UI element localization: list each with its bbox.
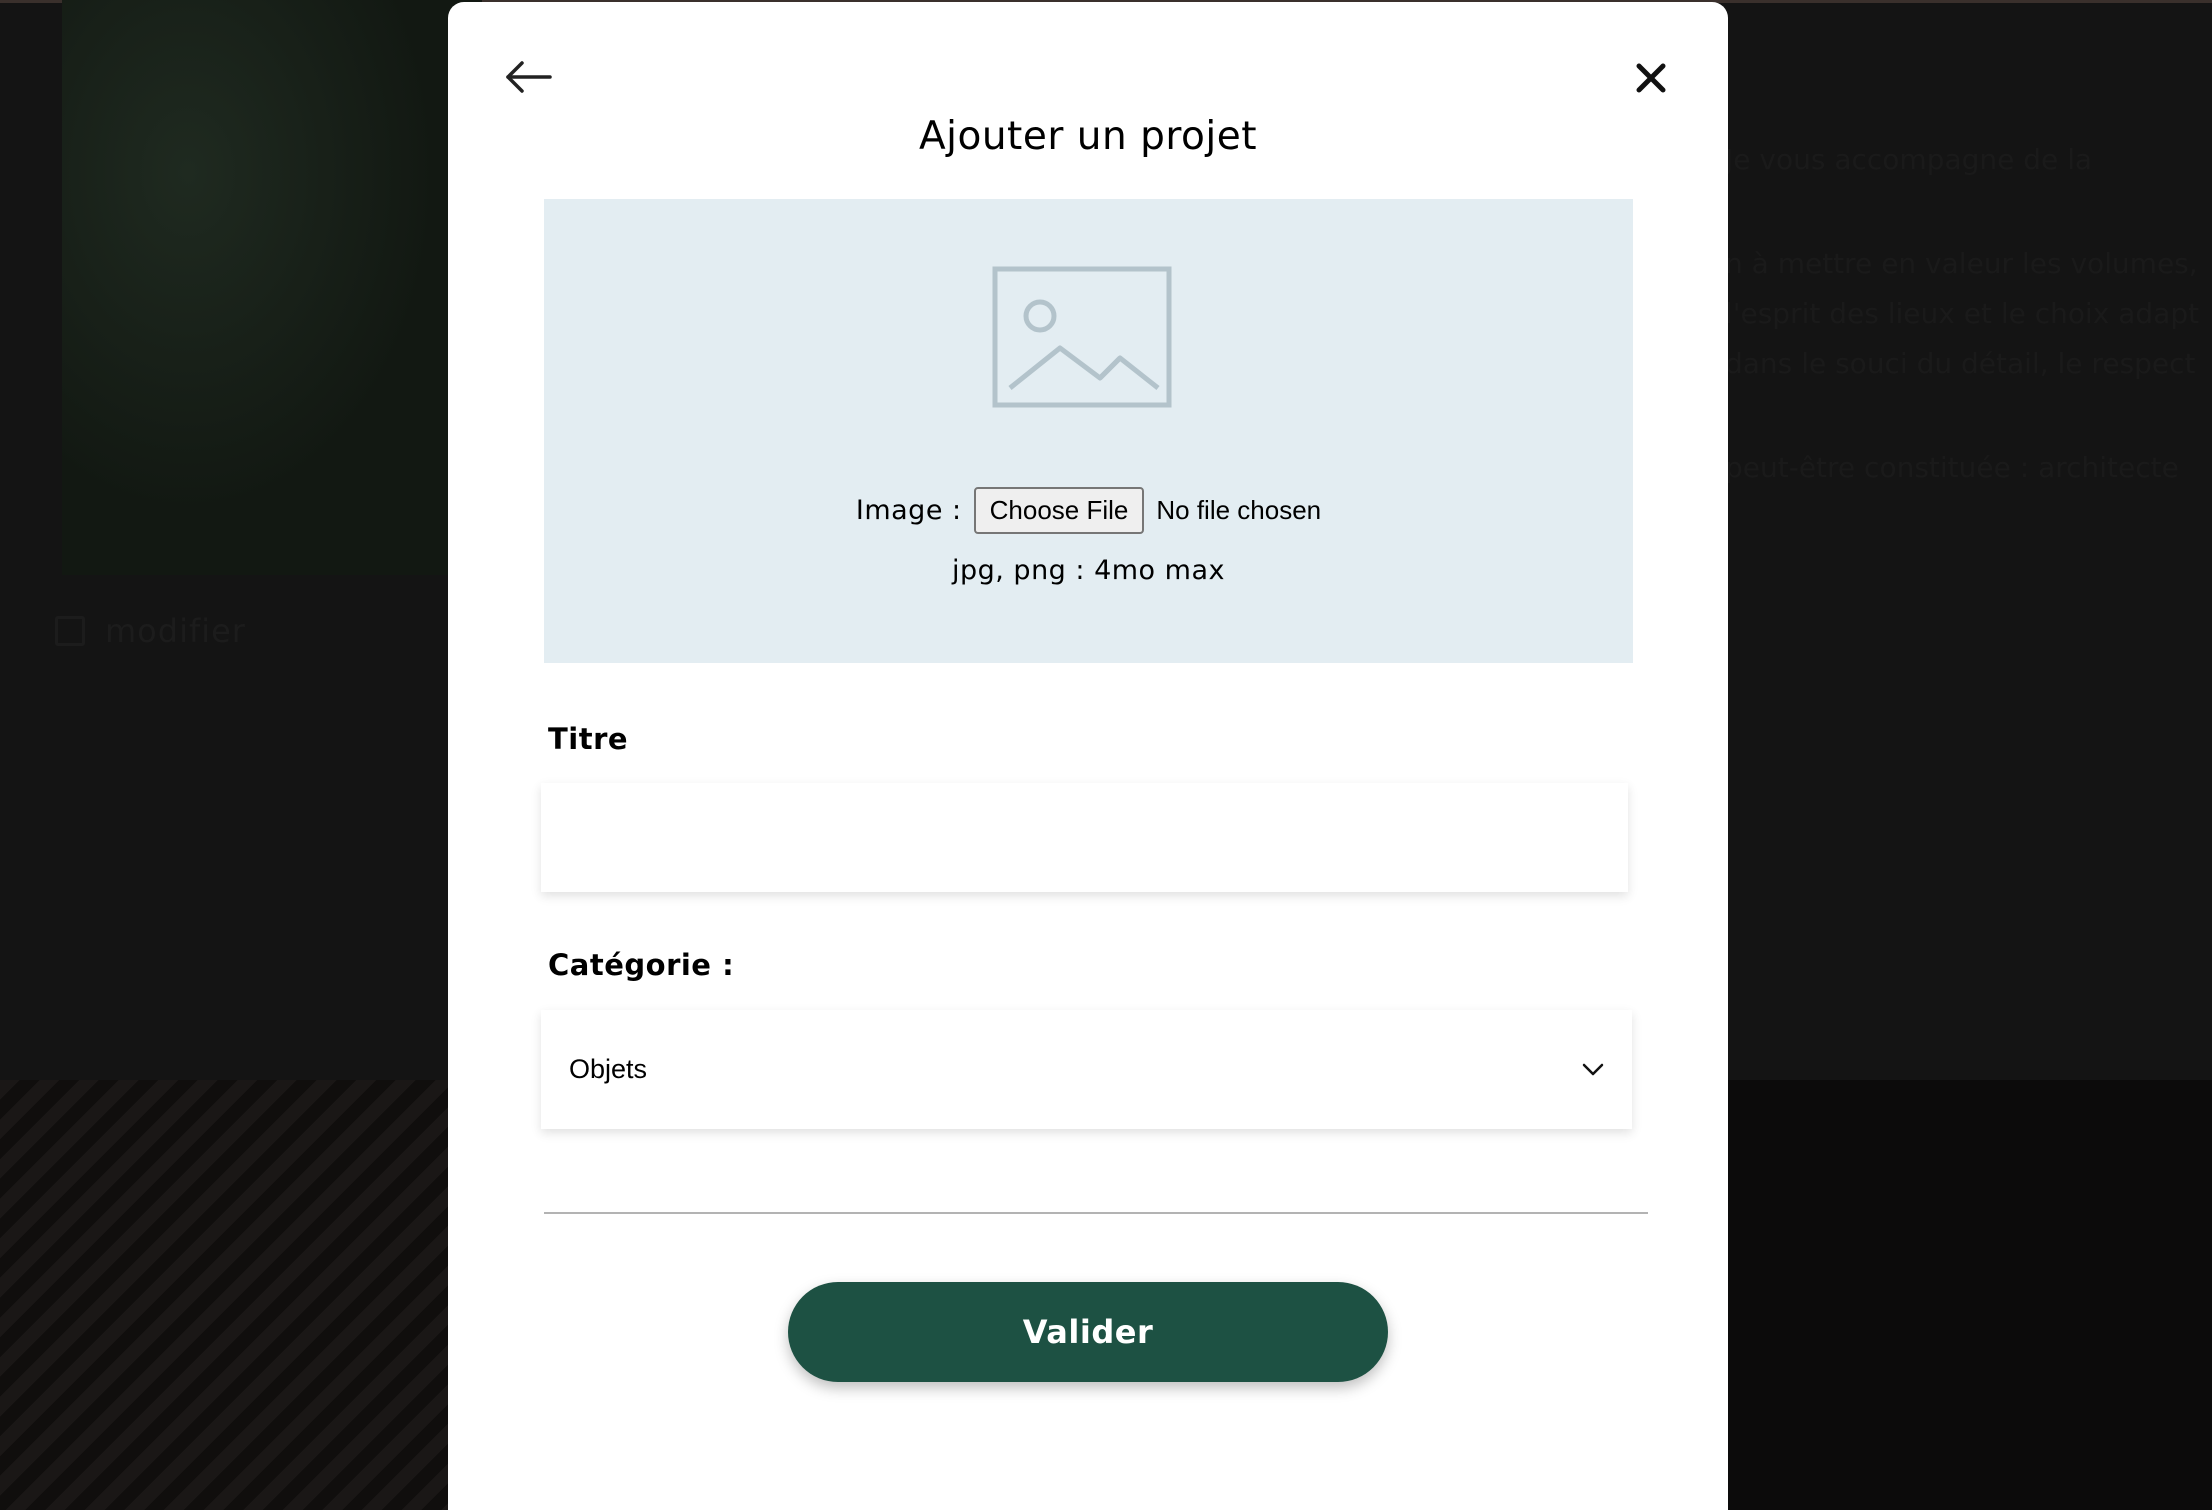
file-status: No file chosen	[1156, 495, 1322, 525]
background-edit-label: modifier	[105, 612, 246, 650]
choose-file-button[interactable]: Choose File	[973, 487, 1145, 534]
close-button[interactable]	[1631, 58, 1671, 98]
category-selected-value: Objets	[569, 1054, 648, 1084]
modal-title: Ajouter un projet	[918, 114, 1258, 159]
background-text-line: dans le souci du détail, le respect	[1725, 347, 2196, 380]
file-input-row: Image : Choose File No file chosen	[544, 487, 1633, 534]
background-text-line: l'esprit des lieux et le choix adapt	[1725, 297, 2200, 330]
background-edit-link: modifier	[55, 612, 246, 650]
close-icon	[1636, 63, 1666, 93]
title-label: Titre	[548, 722, 629, 756]
background-photo	[62, 0, 482, 575]
image-label: Image :	[855, 495, 962, 526]
back-button[interactable]	[504, 52, 554, 102]
background-text-line: Je vous accompagne de la	[1725, 143, 2093, 176]
image-placeholder-icon	[992, 266, 1172, 408]
file-format-hint: jpg, png : 4mo max	[951, 555, 1225, 586]
chevron-down-icon	[1582, 1063, 1604, 1075]
category-label: Catégorie :	[548, 948, 735, 982]
arrow-left-icon	[506, 61, 552, 93]
form-divider	[544, 1212, 1648, 1214]
page: modifier Je vous accompagne de la n à me…	[0, 0, 2212, 1510]
background-text-line: peut-être constituée : architecte	[1725, 451, 2179, 484]
category-select[interactable]: Objets	[541, 1010, 1632, 1129]
add-project-modal: Ajouter un projet Image : Choose File No…	[448, 2, 1728, 1510]
submit-button[interactable]: Valider	[788, 1282, 1388, 1382]
image-upload-zone[interactable]: Image : Choose File No file chosen jpg, …	[544, 199, 1633, 663]
background-text-line: n à mettre en valeur les volumes,	[1725, 247, 2198, 280]
edit-icon	[55, 616, 85, 646]
title-input[interactable]	[541, 783, 1628, 892]
